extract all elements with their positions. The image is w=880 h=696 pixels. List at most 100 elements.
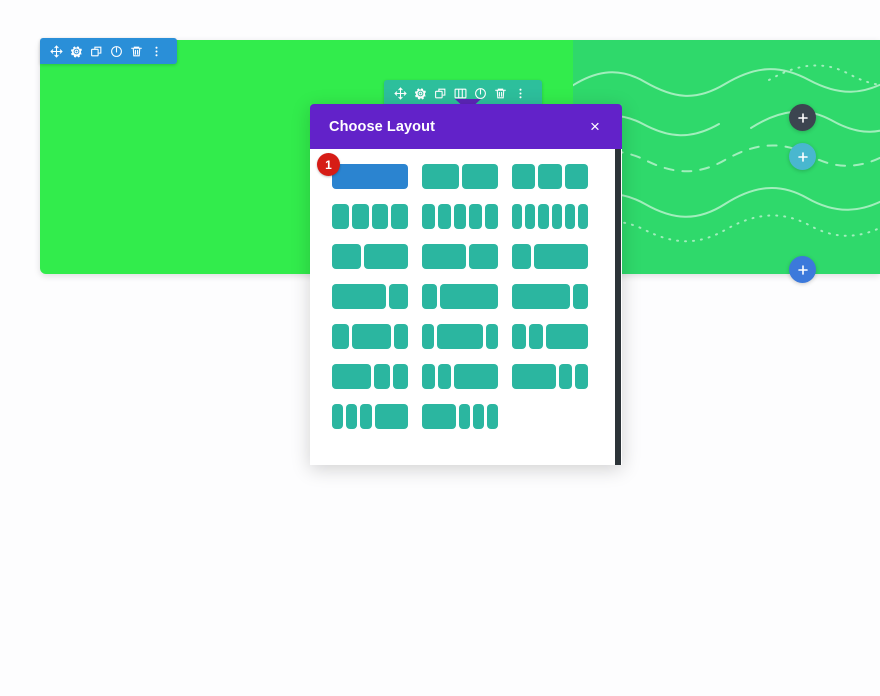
layout-option-3_4-1_4-b[interactable] bbox=[512, 283, 588, 309]
layout-column bbox=[538, 203, 549, 229]
layout-column bbox=[422, 403, 456, 429]
layout-option-1_6-2_3-1_6[interactable] bbox=[422, 323, 499, 349]
layout-option-cell bbox=[332, 203, 422, 229]
layout-column bbox=[546, 323, 588, 349]
gear-icon[interactable] bbox=[410, 83, 430, 103]
layout-count-badge: 1 bbox=[317, 153, 340, 176]
layout-column bbox=[512, 203, 523, 229]
layout-option-cell bbox=[422, 323, 512, 349]
layout-option-1_4-3_4-b[interactable] bbox=[422, 283, 498, 309]
page-canvas: Choose Layout × 1 bbox=[0, 0, 880, 696]
layout-option-4-col[interactable] bbox=[332, 203, 408, 229]
layout-column bbox=[360, 403, 372, 429]
layout-option-cell bbox=[332, 323, 422, 349]
layout-column bbox=[551, 203, 562, 229]
layout-column bbox=[364, 243, 408, 269]
layout-option-2_3-1_3[interactable] bbox=[422, 243, 498, 269]
modal-title: Choose Layout bbox=[329, 118, 436, 135]
layout-option-cell bbox=[332, 363, 422, 389]
trash-icon[interactable] bbox=[126, 41, 146, 61]
layout-column bbox=[512, 243, 531, 269]
layout-column bbox=[437, 203, 451, 229]
layout-option-cell bbox=[512, 243, 602, 269]
layout-column bbox=[332, 243, 362, 269]
layout-option-1_6-1_6-2_3-b[interactable] bbox=[422, 363, 498, 389]
layout-option-1_6-1_6-2_3[interactable] bbox=[512, 323, 588, 349]
layout-column bbox=[525, 203, 536, 229]
gear-icon[interactable] bbox=[66, 41, 86, 61]
layout-option-1_2-1_4-1_4-b[interactable] bbox=[512, 363, 588, 389]
layout-option-1_4-1_2-1_4[interactable] bbox=[332, 323, 409, 349]
add-module-button[interactable] bbox=[789, 256, 816, 283]
layout-column bbox=[572, 283, 588, 309]
layout-column bbox=[529, 323, 543, 349]
layout-column bbox=[391, 203, 408, 229]
move-icon[interactable] bbox=[390, 83, 410, 103]
layout-column bbox=[422, 283, 438, 309]
layout-option-1_6x3-1_2[interactable] bbox=[332, 403, 409, 429]
layout-option-cell bbox=[422, 163, 512, 189]
layout-column bbox=[512, 323, 526, 349]
layout-column bbox=[332, 323, 349, 349]
modal-header: Choose Layout × bbox=[310, 104, 622, 149]
layout-column bbox=[472, 403, 484, 429]
layout-column bbox=[512, 363, 556, 389]
layout-option-5-col[interactable] bbox=[422, 203, 498, 229]
layout-option-cell bbox=[332, 243, 422, 269]
power-icon[interactable] bbox=[106, 41, 126, 61]
layout-option-cell bbox=[422, 203, 512, 229]
layout-option-6-col[interactable] bbox=[512, 203, 589, 229]
layout-column bbox=[374, 403, 409, 429]
modal-scrollbar-thumb[interactable] bbox=[615, 149, 621, 465]
section-toolbar[interactable] bbox=[40, 38, 177, 64]
layout-column bbox=[351, 323, 391, 349]
layout-option-2-col[interactable] bbox=[422, 163, 498, 189]
layout-column bbox=[440, 283, 498, 309]
choose-layout-modal: Choose Layout × 1 bbox=[310, 104, 622, 465]
add-section-button[interactable] bbox=[789, 104, 816, 131]
layout-column bbox=[332, 163, 408, 189]
close-icon[interactable]: × bbox=[586, 118, 604, 136]
layout-option-1_3-2_3[interactable] bbox=[332, 243, 408, 269]
move-icon[interactable] bbox=[46, 41, 66, 61]
layout-option-1_4-3_4[interactable] bbox=[512, 243, 588, 269]
layout-option-1_2-1_4-1_4[interactable] bbox=[332, 363, 408, 389]
duplicate-icon[interactable] bbox=[86, 41, 106, 61]
layout-column bbox=[332, 203, 349, 229]
layout-column bbox=[389, 283, 408, 309]
layout-column bbox=[564, 203, 575, 229]
layout-option-cell bbox=[332, 283, 422, 309]
layout-column bbox=[461, 163, 498, 189]
layout-column bbox=[422, 243, 466, 269]
more-options-icon[interactable] bbox=[146, 41, 166, 61]
layout-option-1_2-1_6x3[interactable] bbox=[422, 403, 499, 429]
layout-column bbox=[512, 283, 570, 309]
layout-option-1-col[interactable] bbox=[332, 163, 408, 189]
layout-column bbox=[486, 403, 499, 429]
add-row-button[interactable] bbox=[789, 143, 816, 170]
layout-column bbox=[332, 363, 372, 389]
layout-column bbox=[574, 363, 588, 389]
layout-option-cell bbox=[422, 363, 512, 389]
layout-column bbox=[458, 403, 470, 429]
layout-column bbox=[438, 363, 452, 389]
duplicate-icon[interactable] bbox=[430, 83, 450, 103]
trash-icon[interactable] bbox=[490, 83, 510, 103]
layout-option-3_4-1_4[interactable] bbox=[332, 283, 408, 309]
modal-scrollbar[interactable] bbox=[615, 149, 621, 465]
layout-column bbox=[453, 203, 467, 229]
layout-column bbox=[393, 323, 409, 349]
layout-option-cell bbox=[512, 163, 602, 189]
layout-column bbox=[374, 363, 390, 389]
layout-option-cell bbox=[422, 283, 512, 309]
layout-option-cell bbox=[422, 403, 512, 429]
layout-column bbox=[422, 363, 436, 389]
more-options-icon[interactable] bbox=[510, 83, 530, 103]
layout-option-cell bbox=[422, 243, 512, 269]
modal-body: 1 bbox=[310, 149, 622, 465]
layout-column bbox=[468, 243, 498, 269]
layout-option-cell bbox=[512, 363, 602, 389]
layout-option-3-col[interactable] bbox=[512, 163, 588, 189]
layout-column bbox=[332, 403, 344, 429]
layout-column bbox=[422, 163, 459, 189]
